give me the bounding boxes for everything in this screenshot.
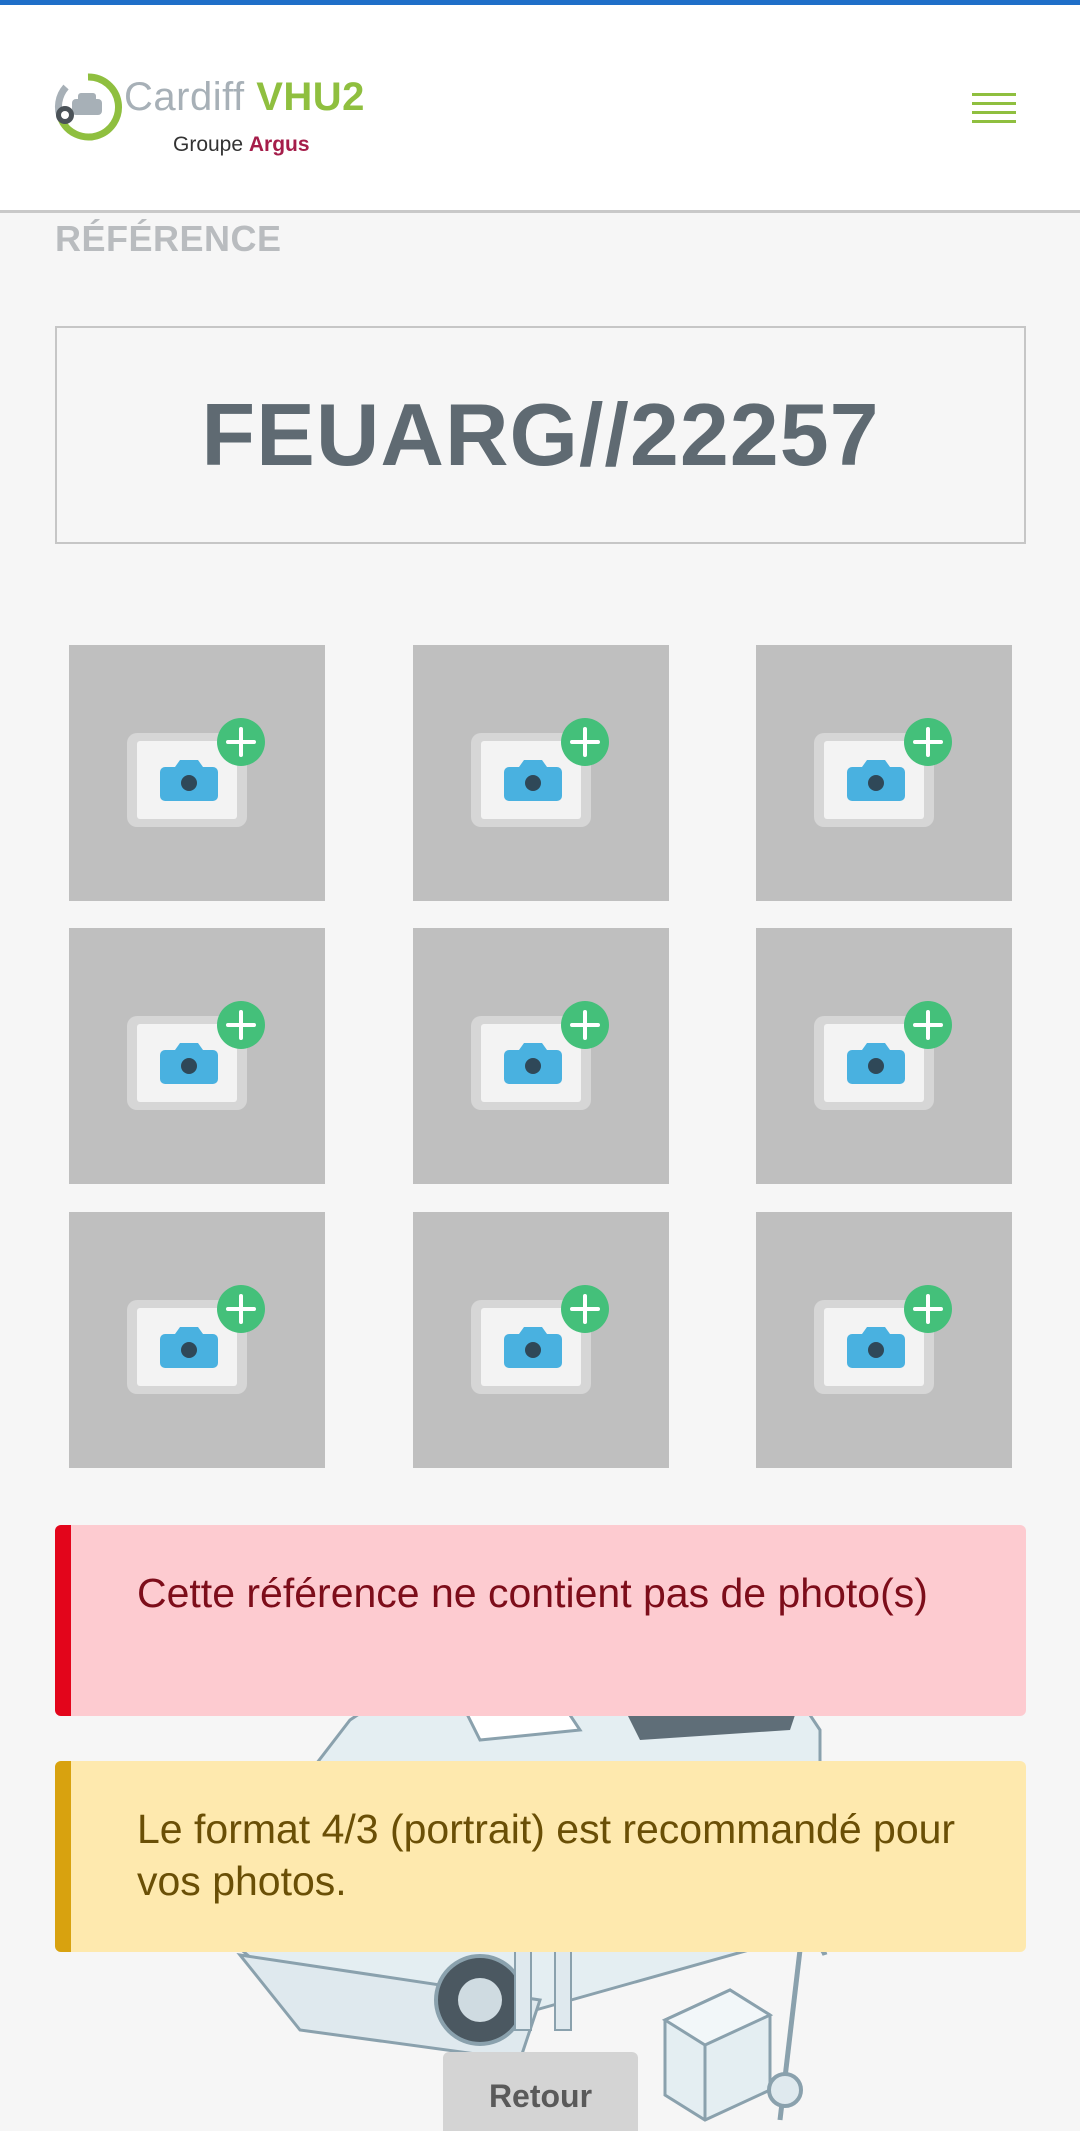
logo-brand-text: Cardiff VHU2 (124, 75, 365, 119)
photo-upload-tile[interactable] (413, 928, 669, 1184)
camera-add-icon (127, 718, 265, 827)
photo-upload-tile[interactable] (756, 928, 1012, 1184)
logo-mark-icon (54, 73, 122, 141)
photo-upload-tile[interactable] (756, 645, 1012, 901)
camera-add-icon (471, 1285, 609, 1394)
reference-value: FEUARG//22257 (201, 385, 880, 484)
warning-alert: Le format 4/3 (portrait) est recommandé … (55, 1761, 1026, 1952)
hamburger-menu-icon[interactable] (972, 93, 1018, 133)
logo-subtitle: Groupe Argus (173, 133, 310, 156)
menu-line (972, 93, 1016, 96)
error-alert: Cette référence ne contient pas de photo… (55, 1525, 1026, 1716)
reference-box: FEUARG//22257 (55, 326, 1026, 544)
error-alert-text: Cette référence ne contient pas de photo… (137, 1570, 928, 1616)
photo-upload-tile[interactable] (413, 1212, 669, 1468)
menu-line (972, 102, 1016, 105)
back-button[interactable]: Retour (443, 2052, 638, 2131)
camera-add-icon (127, 1285, 265, 1394)
warning-alert-text: Le format 4/3 (portrait) est recommandé … (137, 1806, 956, 1904)
camera-add-icon (814, 1285, 952, 1394)
camera-add-icon (814, 718, 952, 827)
photo-upload-tile[interactable] (69, 645, 325, 901)
camera-add-icon (127, 1001, 265, 1110)
menu-line (972, 120, 1016, 123)
camera-add-icon (471, 718, 609, 827)
error-alert-bar (55, 1525, 71, 1716)
cardiff-vhu2-logo[interactable]: Cardiff VHU2 Groupe Argus (52, 67, 382, 167)
photo-upload-tile[interactable] (69, 928, 325, 1184)
photo-upload-tile[interactable] (413, 645, 669, 901)
app-header: Cardiff VHU2 Groupe Argus (0, 5, 1080, 213)
photo-upload-tile[interactable] (69, 1212, 325, 1468)
camera-add-icon (814, 1001, 952, 1110)
camera-add-icon (471, 1001, 609, 1110)
menu-line (972, 111, 1016, 114)
warning-alert-bar (55, 1761, 71, 1952)
photo-upload-tile[interactable] (756, 1212, 1012, 1468)
reference-label: RÉFÉRENCE (55, 218, 282, 259)
